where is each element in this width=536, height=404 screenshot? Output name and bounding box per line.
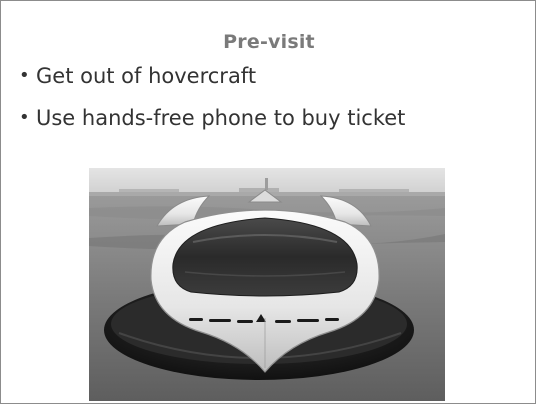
hovercraft-photo <box>89 168 445 401</box>
bullet-marker: • <box>19 107 30 128</box>
bullet-item: • Get out of hovercraft <box>19 63 405 89</box>
slide: Pre-visit • Get out of hovercraft • Use … <box>0 0 536 404</box>
slide-title: Pre-visit <box>223 31 315 53</box>
bullet-text: Get out of hovercraft <box>36 64 257 88</box>
bullet-item: • Use hands-free phone to buy ticket <box>19 105 405 131</box>
hovercraft-illustration <box>89 168 445 401</box>
bullet-marker: • <box>19 65 30 86</box>
bullet-text: Use hands-free phone to buy ticket <box>36 106 406 130</box>
bullet-list: • Get out of hovercraft • Use hands-free… <box>19 63 405 147</box>
